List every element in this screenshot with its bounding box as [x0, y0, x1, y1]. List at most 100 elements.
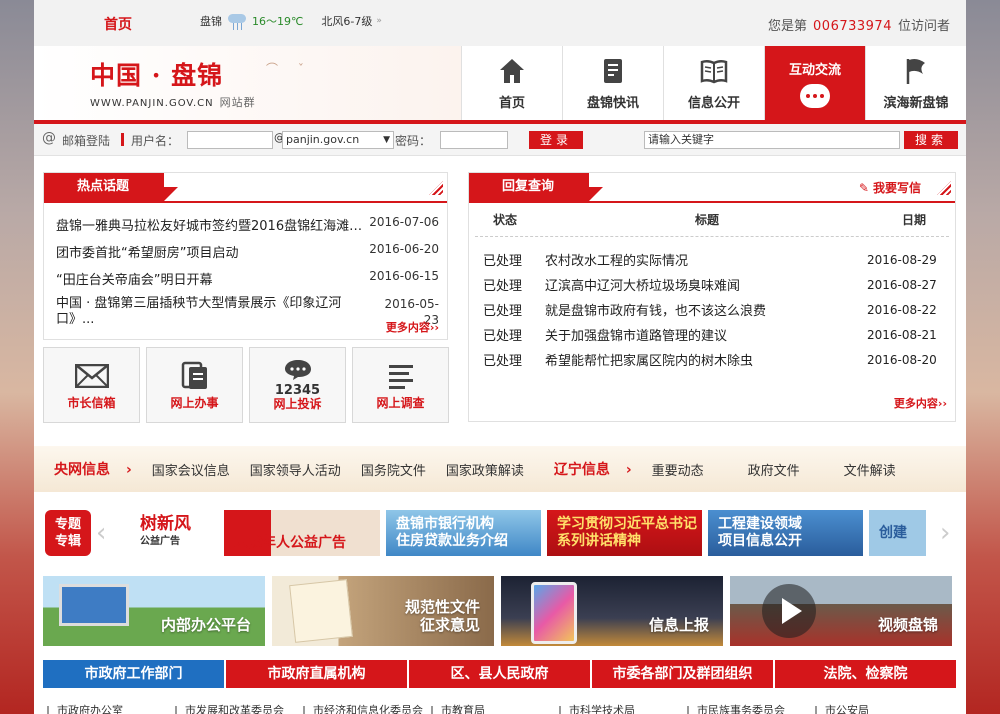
cat-national-meetings[interactable]: 国家会议信息	[152, 460, 230, 479]
banner[interactable]: 盘锦市银行机构 住房贷款业务介绍	[386, 510, 541, 556]
banner[interactable]: 创建	[869, 510, 926, 556]
video-panjin-link[interactable]: 视频盘锦	[730, 576, 952, 646]
visitor-count: 006733974	[813, 19, 892, 34]
header: 中国 · 盘锦 WWW.PANJIN.GOV.CN 网站群 ⌒ ˇ 首页 盘锦快讯…	[34, 46, 966, 120]
logo-net: 网站群	[219, 96, 256, 109]
cat-important-news[interactable]: 重要动态	[652, 460, 704, 479]
table-row[interactable]: 已处理 希望能帮忙把家属区院内的树木除虫 2016-08-20	[483, 347, 949, 372]
cat-state-council-docs[interactable]: 国务院文件	[361, 460, 426, 479]
hot-topics-list: 盘锦一雅典马拉松友好城市签约暨2016盘锦红海滩国际马拉松2016-07-06 …	[44, 203, 447, 328]
special-topics-badge[interactable]: 专题 专辑	[45, 510, 91, 556]
mail-icon	[74, 363, 109, 388]
login-button[interactable]: 登录	[529, 131, 583, 149]
hot-more-link[interactable]: 更多内容››	[386, 319, 439, 335]
list-item[interactable]: “田庄台关帝庙会”明日开幕 2016-06-15	[56, 269, 439, 288]
speech-icon	[284, 360, 311, 380]
chat-icon	[800, 83, 830, 108]
dept-link[interactable]: 市政府办公室	[43, 702, 171, 714]
table-row[interactable]: 已处理 关于加强盘锦市道路管理的建议 2016-08-21	[483, 322, 949, 347]
weather-expand-icon[interactable]: »	[376, 16, 382, 26]
cat-government-docs[interactable]: 政府文件	[748, 460, 800, 479]
list-icon	[388, 364, 413, 389]
online-service-tile[interactable]: 网上办事	[146, 347, 243, 423]
site-logo[interactable]: 中国 · 盘锦 WWW.PANJIN.GOV.CN 网站群	[90, 56, 256, 110]
domain-select[interactable]: panjin.gov.cn ▼	[282, 131, 394, 149]
dept-link[interactable]: 市民族事务委员会	[683, 702, 811, 714]
category-bar: 央网信息 国家会议信息 国家领导人活动 国务院文件 国家政策解读 辽宁信息 重要…	[34, 446, 966, 492]
department-tabs: 市政府工作部门 市政府直属机构 区、县人民政府 市委各部门及群团组织 法院、检察…	[43, 660, 956, 688]
reply-query-title: 回复查询	[469, 173, 603, 201]
username-input[interactable]	[187, 131, 273, 149]
nav-interaction[interactable]: 互动交流	[764, 46, 865, 120]
document-icon	[604, 58, 622, 83]
list-item[interactable]: 团市委首批“希望厨房”项目启动 2016-06-20	[56, 242, 439, 261]
mayor-mailbox-tile[interactable]: 市长信箱	[43, 347, 140, 423]
cat-policy-interpretation[interactable]: 国家政策解读	[446, 460, 524, 479]
top-bar: 首页 盘锦 16～19℃ 北风6-7级 » 您是第 006733974 位访问者	[34, 0, 966, 46]
info-report-link[interactable]: 信息上报	[501, 576, 723, 646]
nav-info-public[interactable]: 信息公开	[663, 46, 764, 120]
office-platform-link[interactable]: 内部办公平台	[43, 576, 265, 646]
logo-url: WWW.PANJIN.GOV.CN	[90, 98, 214, 109]
main-nav: 首页 盘锦快讯 信息公开 互动交流 滨海新盘锦	[461, 46, 966, 120]
cat-leader-activities[interactable]: 国家领导人活动	[250, 460, 341, 479]
login-separator	[121, 133, 124, 146]
reply-table-header: 状态 标题 日期	[475, 203, 949, 237]
write-letter-link[interactable]: 我要写信	[859, 179, 921, 196]
visitor-counter: 您是第 006733974 位访问者	[768, 19, 950, 34]
login-bar: @ 邮箱登陆 用户名： @ panjin.gov.cn ▼ 密码： 登录 请输入关…	[34, 124, 966, 156]
nav-home[interactable]: 首页	[461, 46, 562, 120]
caret-down-icon: ▼	[383, 135, 390, 145]
search-button[interactable]: 搜索	[904, 131, 958, 149]
list-item[interactable]: 盘锦一雅典马拉松友好城市签约暨2016盘锦红海滩国际马拉松2016-07-06	[56, 215, 439, 234]
play-icon	[762, 584, 816, 638]
banner[interactable]: 未成年人公益广告	[224, 510, 380, 556]
page: 首页 盘锦 16～19℃ 北风6-7级 » 您是第 006733974 位访问者 中…	[34, 0, 966, 714]
password-input[interactable]	[440, 131, 508, 149]
online-survey-tile[interactable]: 网上调查	[352, 347, 449, 423]
nav-coastal-panjin[interactable]: 滨海新盘锦	[865, 46, 966, 120]
search-input[interactable]: 请输入关键字	[644, 131, 900, 149]
tab-county-governments[interactable]: 区、县人民政府	[409, 660, 590, 688]
weather-temp: 16～19℃	[252, 15, 304, 28]
banner[interactable]: 学习贯彻习近平总书记 系列讲话精神	[547, 510, 702, 556]
banner[interactable]: 树新风 公益广告	[130, 510, 218, 556]
dept-link[interactable]: 市发展和改革委员会	[171, 702, 299, 714]
nav-news[interactable]: 盘锦快讯	[562, 46, 663, 120]
cat-doc-interpretation[interactable]: 文件解读	[844, 460, 896, 479]
book-icon	[700, 59, 728, 83]
table-row[interactable]: 已处理 农村改水工程的实际情况 2016-08-29	[483, 247, 949, 272]
banner-carousel: 树新风 公益广告 未成年人公益广告 盘锦市银行机构 住房贷款业务介绍 学习贯彻习近平…	[130, 510, 926, 556]
list-item[interactable]: 中国 · 盘锦第三届插秧节大型情景展示《印象辽河口》... 2016-05-23	[56, 296, 439, 328]
online-complaint-tile[interactable]: 12345 网上投诉	[249, 347, 346, 423]
dept-link[interactable]: 市经济和信息化委员会	[299, 702, 427, 714]
tab-direct-agencies[interactable]: 市政府直属机构	[226, 660, 407, 688]
flag-icon	[906, 58, 925, 84]
files-icon	[181, 361, 207, 389]
tab-municipal-departments[interactable]: 市政府工作部门	[43, 660, 224, 688]
chevron-left-icon[interactable]: ‹	[96, 518, 106, 548]
weather-wind: 北风6-7级	[321, 15, 373, 28]
rain-cloud-icon	[226, 10, 248, 32]
corner-stripes-icon	[937, 181, 951, 195]
at-icon: @	[42, 130, 56, 146]
table-row[interactable]: 已处理 就是盘锦市政府有钱，也不该这么浪费 2016-08-22	[483, 297, 949, 322]
tab-courts[interactable]: 法院、检察院	[775, 660, 956, 688]
cat-liaoning-info[interactable]: 辽宁信息	[554, 459, 632, 479]
home-icon	[500, 58, 524, 83]
tab-party-committees[interactable]: 市委各部门及群团组织	[592, 660, 773, 688]
logo-title: 中国 · 盘锦	[90, 61, 224, 90]
chevron-right-icon[interactable]: ›	[940, 518, 950, 548]
banner[interactable]: 工程建设领域 项目信息公开	[708, 510, 863, 556]
dept-link[interactable]: 市公安局	[811, 702, 939, 714]
department-list: 市政府办公室 市发展和改革委员会 市经济和信息化委员会 市教育局 市科学技术局 …	[43, 702, 956, 714]
reply-more-link[interactable]: 更多内容››	[894, 395, 947, 411]
normative-docs-link[interactable]: 规范性文件 征求意见	[272, 576, 494, 646]
dept-link[interactable]: 市科学技术局	[555, 702, 683, 714]
cat-central-info[interactable]: 央网信息	[54, 459, 132, 479]
table-row[interactable]: 已处理 辽滨高中辽河大桥垃圾场臭味难闻 2016-08-27	[483, 272, 949, 297]
weather-widget: 盘锦 16～19℃ 北风6-7级 »	[200, 10, 382, 32]
top-home-link[interactable]: 首页	[104, 14, 132, 34]
dept-link[interactable]: 市教育局	[427, 702, 555, 714]
hot-topics-title: 热点话题	[44, 173, 178, 201]
